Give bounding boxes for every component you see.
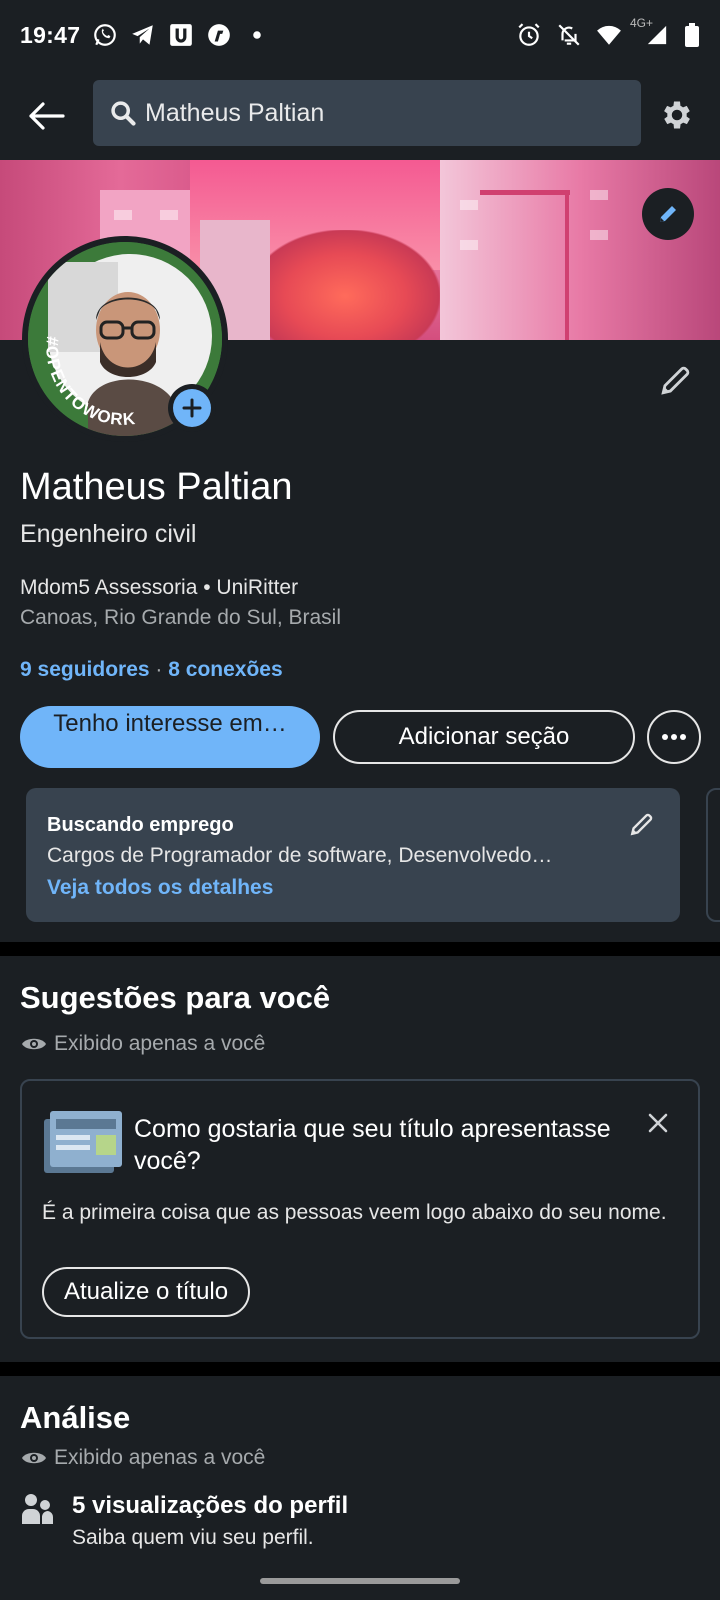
back-arrow-icon [29,102,65,130]
suggestion-question: Como gostaria que seu título apresentass… [134,1115,611,1175]
back-button[interactable] [20,90,72,142]
close-icon [648,1113,668,1133]
search-icon [111,101,136,126]
pencil-icon [630,813,653,836]
cover-window [114,210,132,220]
add-photo-button[interactable] [168,384,216,432]
edit-profile-button[interactable] [652,356,700,404]
people-icon [22,1494,54,1524]
cover-trees [250,230,440,340]
search-input[interactable] [143,97,627,129]
otw-card-title: Buscando emprego [47,814,234,836]
cover-lamp-post [565,190,569,340]
add-photo-circle [173,389,211,427]
gear-icon [664,101,690,129]
network-counts: 9 seguidores · 8 conexões [20,658,283,682]
settings-button[interactable] [650,88,704,142]
cover-street-lamp [480,190,570,195]
whatsapp-icon [94,24,116,46]
more-options-button[interactable] [647,710,701,764]
profile-headline: Engenheiro civil [20,520,197,548]
section-divider [0,942,720,956]
profile-views-text: 5 visualizações do perfil Saiba quem viu… [72,1492,348,1550]
suggestions-visibility-text: Exibido apenas a você [54,1032,266,1055]
cover-building-right [440,160,720,340]
profile-views-title: 5 visualizações do perfil [72,1492,349,1519]
otw-card-edit-button[interactable] [624,806,660,842]
alarm-icon [518,23,540,46]
status-time: 19:47 [20,22,81,48]
cover-window [590,230,608,240]
battery-icon [685,23,699,47]
signal-icon: 4G+ [630,16,670,48]
analytics-title: Análise [20,1400,131,1435]
status-right-icons: 4G+ [516,16,700,48]
cover-window [460,200,478,210]
suggestions-title: Sugestões para você [20,980,331,1015]
followers-link[interactable]: 9 seguidores [20,658,150,681]
telegram-icon [132,25,153,45]
pencil-icon [660,206,676,222]
otw-card-description: Cargos de Programador de software, Desen… [47,844,553,867]
suggestion-explanation: É a primeira coisa que as pessoas veem l… [42,1201,667,1224]
add-section-button[interactable]: Adicionar seção [333,710,635,764]
connections-link[interactable]: 8 conexões [168,658,282,681]
u-app-icon [170,24,192,46]
status-bar: 19:47 4G+ [0,0,720,74]
section-divider [0,1362,720,1376]
cover-window [460,240,478,250]
home-indicator[interactable] [260,1578,460,1584]
otw-card-details-link[interactable]: Veja todos os detalhes [47,876,273,900]
open-to-work-card[interactable]: Buscando emprego Cargos de Programador d… [26,788,680,922]
eye-icon [22,1452,46,1464]
r-app-icon [208,24,230,46]
newspaper-icon [44,1111,122,1173]
status-left-icons [92,22,270,48]
plus-icon [182,398,202,418]
edit-cover-button[interactable] [642,188,694,240]
notification-dot-icon [253,31,261,39]
open-to-button[interactable]: Tenho interesse em… [20,706,320,768]
profile-views-item[interactable]: 5 visualizações do perfil Saiba quem viu… [20,1492,348,1550]
profile-company: Mdom5 Assessoria • UniRitter [20,576,299,599]
profile-location: Canoas, Rio Grande do Sul, Brasil [20,606,341,629]
analytics-visibility-text: Exibido apenas a você [54,1446,266,1469]
cover-window [590,190,608,200]
more-icon [662,734,686,740]
dismiss-suggestion-button[interactable] [640,1105,676,1141]
network-separator: · [155,658,163,681]
cover-window [160,210,178,220]
profile-views-subtitle: Saiba quem viu seu perfil. [72,1526,314,1549]
notifications-off-icon [558,24,580,46]
eye-icon [22,1038,46,1050]
wifi-icon [597,25,621,45]
search-bar[interactable] [93,80,641,146]
pencil-icon [661,366,690,395]
suggestion-card: Como gostaria que seu título apresentass… [20,1079,700,1339]
analytics-visibility: Exibido apenas a você [20,1446,265,1470]
profile-name: Matheus Paltian [20,466,293,508]
suggestions-visibility: Exibido apenas a você [20,1032,265,1056]
update-headline-button[interactable]: Atualize o título [42,1267,251,1317]
top-bar [0,74,720,160]
next-card-peek[interactable] [706,788,720,922]
